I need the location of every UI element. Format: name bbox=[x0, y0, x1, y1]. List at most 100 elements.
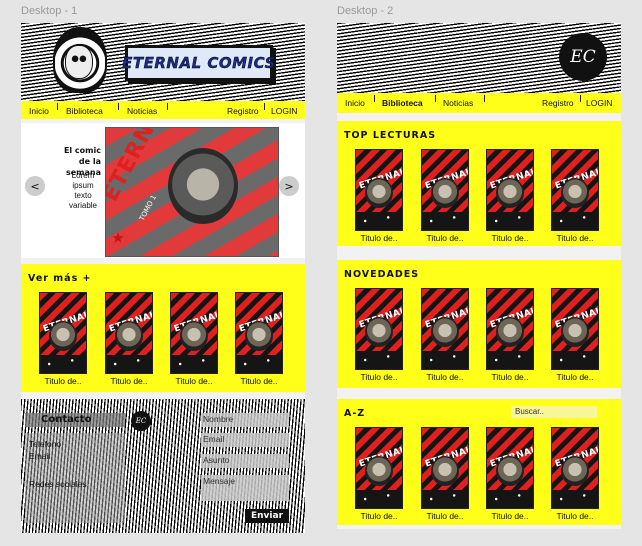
eternal-comics-logo[interactable]: ETERNAL COMICS bbox=[122, 45, 276, 81]
cover-stars-band bbox=[106, 355, 152, 373]
comic-card[interactable]: ETERNAUTA Titulo de.. bbox=[486, 288, 534, 382]
mensaje-field[interactable]: Mensaje bbox=[201, 475, 289, 501]
carousel-next-button[interactable]: > bbox=[279, 176, 299, 196]
comic-card[interactable]: ETERNAUTA Titulo de.. bbox=[355, 149, 403, 243]
comic-title: Titulo de.. bbox=[426, 233, 464, 243]
comic-title: Titulo de.. bbox=[491, 372, 529, 382]
comic-card[interactable]: ETERNAUTA Titulo de.. bbox=[551, 288, 599, 382]
nav-noticias[interactable]: Noticias bbox=[443, 98, 473, 108]
cover-astronaut-image bbox=[431, 456, 459, 486]
ec-badge: EC bbox=[131, 411, 151, 431]
comic-cover: ETERNAUTA bbox=[421, 149, 469, 231]
nav-registro[interactable]: Registro bbox=[542, 98, 574, 108]
cover-stars-band bbox=[552, 351, 598, 369]
nav-noticias[interactable]: Noticias bbox=[127, 106, 157, 116]
cover-stars-band bbox=[552, 212, 598, 230]
comic-cover: ETERNAUTA bbox=[551, 288, 599, 370]
top-nav: Inicio Biblioteca Noticias Registro LOGI… bbox=[337, 93, 621, 113]
nav-divider bbox=[118, 103, 119, 110]
comic-title: Titulo de.. bbox=[426, 511, 464, 521]
comic-card[interactable]: ETERNAUTA Titulo de.. bbox=[421, 427, 469, 521]
comic-cover: ETERNAUTA bbox=[421, 288, 469, 370]
cover-stars-band bbox=[487, 212, 533, 230]
novedades-title: NOVEDADES bbox=[344, 269, 420, 280]
enviar-label: Enviar bbox=[250, 511, 284, 521]
comic-cover: ETERNAUTA bbox=[486, 288, 534, 370]
cover-stars-band bbox=[356, 351, 402, 369]
nav-biblioteca-active[interactable]: Biblioteca bbox=[382, 98, 423, 108]
email-field[interactable]: Email bbox=[201, 433, 289, 447]
cover-stars-band bbox=[552, 490, 598, 508]
cover-astronaut-image bbox=[496, 178, 524, 208]
comic-card[interactable]: ETERNAUTA Titulo de.. bbox=[486, 427, 534, 521]
top-lecturas-section: TOP LECTURAS ETERNAUTA Titulo de.. ETERN… bbox=[337, 121, 621, 246]
nav-divider bbox=[484, 95, 485, 102]
cover-astronaut-image bbox=[365, 456, 393, 486]
nav-registro[interactable]: Registro bbox=[227, 106, 259, 116]
cover-astronaut-image bbox=[431, 178, 459, 208]
contact-email: Email bbox=[29, 451, 51, 461]
cover-astronaut-image bbox=[561, 317, 589, 347]
comic-card[interactable]: ETERNAUTA Titulo de.. bbox=[355, 427, 403, 521]
comic-title: Titulo de.. bbox=[556, 511, 594, 521]
header-banner: ETERNAL COMICS bbox=[21, 23, 305, 101]
comic-title: Titulo de.. bbox=[360, 372, 398, 382]
comic-cover: ETERNAUTA bbox=[105, 292, 153, 374]
comic-card[interactable]: ETERNAUTA Titulo de.. bbox=[235, 292, 283, 386]
top-nav: Inicio Biblioteca Noticias Registro LOGI… bbox=[21, 101, 305, 119]
cover-astronaut-image bbox=[365, 178, 393, 208]
comic-card[interactable]: ETERNAUTA Titulo de.. bbox=[551, 149, 599, 243]
comic-card[interactable]: ETERNAUTA Titulo de.. bbox=[170, 292, 218, 386]
hero-desc-line: texto bbox=[74, 191, 92, 200]
nav-divider bbox=[264, 103, 265, 110]
comic-card[interactable]: ETERNAUTA Titulo de.. bbox=[39, 292, 87, 386]
nombre-field[interactable]: Nombre bbox=[201, 413, 289, 427]
asunto-placeholder: Asunto bbox=[203, 455, 230, 465]
nav-login[interactable]: LOGIN bbox=[271, 106, 297, 116]
nav-divider bbox=[57, 103, 58, 110]
hero-description: Lorem ipsum texto variable bbox=[63, 171, 103, 211]
enviar-button[interactable]: Enviar bbox=[245, 509, 289, 523]
contact-telefono: Telefono bbox=[29, 439, 62, 449]
nav-biblioteca[interactable]: Biblioteca bbox=[66, 106, 103, 116]
comic-cover: ETERNAUTA bbox=[355, 149, 403, 231]
featured-comic-cover[interactable]: ETERNAUTA TOMO 1 bbox=[105, 127, 279, 257]
comic-card[interactable]: ETERNAUTA Titulo de.. bbox=[105, 292, 153, 386]
cover-astronaut-image bbox=[561, 178, 589, 208]
comic-card[interactable]: ETERNAUTA Titulo de.. bbox=[551, 427, 599, 521]
comic-card[interactable]: ETERNAUTA Titulo de.. bbox=[421, 288, 469, 382]
cover-astronaut-image bbox=[431, 317, 459, 347]
frame-label-desktop-2: Desktop - 2 bbox=[337, 5, 394, 17]
search-input[interactable]: Buscar.. bbox=[511, 406, 597, 418]
comic-cover: ETERNAUTA bbox=[355, 427, 403, 509]
nav-inicio[interactable]: Inicio bbox=[345, 98, 365, 108]
contact-title: Contacto bbox=[41, 414, 92, 425]
cover-stars-band bbox=[356, 212, 402, 230]
contact-redes: Redes sociales bbox=[29, 479, 87, 489]
comic-card[interactable]: ETERNAUTA Titulo de.. bbox=[355, 288, 403, 382]
cover-stars-band bbox=[422, 490, 468, 508]
comic-title: Titulo de.. bbox=[556, 372, 594, 382]
comic-card[interactable]: ETERNAUTA Titulo de.. bbox=[421, 149, 469, 243]
comic-cover: ETERNAUTA bbox=[551, 427, 599, 509]
ver-mas-section: Ver más + ETERNAUTA Titulo de.. ETERNAUT… bbox=[21, 264, 305, 392]
carousel-prev-button[interactable]: < bbox=[25, 176, 45, 196]
comic-cover: ETERNAUTA bbox=[551, 149, 599, 231]
comic-cover: ETERNAUTA bbox=[486, 427, 534, 509]
star-icon bbox=[112, 232, 124, 243]
a-z-title: A-Z bbox=[344, 408, 366, 419]
chevron-right-icon: > bbox=[284, 179, 294, 193]
nav-divider bbox=[580, 95, 581, 102]
cover-stars-band bbox=[171, 355, 217, 373]
comic-cover: ETERNAUTA bbox=[355, 288, 403, 370]
nav-login[interactable]: LOGIN bbox=[586, 98, 612, 108]
comic-card[interactable]: ETERNAUTA Titulo de.. bbox=[486, 149, 534, 243]
desktop-1-frame: ETERNAL COMICS Inicio Biblioteca Noticia… bbox=[21, 23, 305, 533]
nav-inicio[interactable]: Inicio bbox=[29, 106, 49, 116]
hero-desc-line: Lorem bbox=[71, 171, 95, 180]
ver-mas-title[interactable]: Ver más + bbox=[28, 273, 92, 284]
ec-logo-badge[interactable]: EC bbox=[559, 33, 607, 81]
asunto-field[interactable]: Asunto bbox=[201, 454, 289, 468]
nombre-placeholder: Nombre bbox=[203, 414, 234, 424]
search-placeholder: Buscar.. bbox=[515, 407, 544, 416]
